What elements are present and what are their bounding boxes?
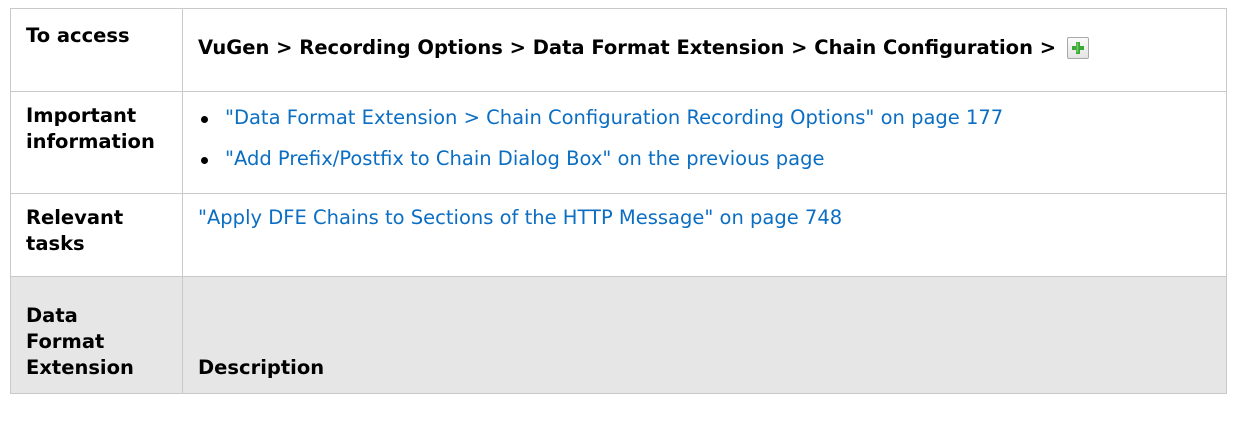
add-button[interactable] xyxy=(1066,37,1089,59)
plus-icon xyxy=(1071,42,1084,54)
tasks-label-line1: Relevant xyxy=(26,206,124,229)
list-item: "Add Prefix/Postfix to Chain Dialog Box"… xyxy=(198,146,1220,172)
header-col1-line1: Data xyxy=(26,304,78,327)
relevant-tasks-value: "Apply DFE Chains to Sections of the HTT… xyxy=(182,193,1227,277)
info-table: To access VuGen > Recording Options > Da… xyxy=(10,8,1227,394)
row-relevant-tasks: Relevant tasks "Apply DFE Chains to Sect… xyxy=(10,193,1227,277)
list-item: "Data Format Extension > Chain Configura… xyxy=(198,105,1220,131)
row-to-access: To access VuGen > Recording Options > Da… xyxy=(10,8,1227,92)
relevant-tasks-label: Relevant tasks xyxy=(10,193,183,277)
header-col1-line3: Extension xyxy=(26,356,134,379)
link-chain-configuration-options[interactable]: "Data Format Extension > Chain Configura… xyxy=(225,106,1003,129)
important-label-line2: information xyxy=(26,130,155,153)
header-col1-line2: Format xyxy=(26,330,105,353)
to-access-label: To access xyxy=(10,8,183,92)
bullet-icon xyxy=(201,116,208,123)
header-data-format-extension: Data Format Extension xyxy=(10,276,183,394)
tasks-label-line2: tasks xyxy=(26,232,85,255)
important-information-label: Important information xyxy=(10,91,183,194)
bullet-icon xyxy=(201,157,208,164)
to-access-value: VuGen > Recording Options > Data Format … xyxy=(182,8,1227,92)
link-add-prefix-postfix[interactable]: "Add Prefix/Postfix to Chain Dialog Box"… xyxy=(225,147,825,170)
access-path: VuGen > Recording Options > Data Format … xyxy=(198,36,1063,59)
important-information-value: "Data Format Extension > Chain Configura… xyxy=(182,91,1227,194)
important-label-line1: Important xyxy=(26,104,137,127)
row-important-information: Important information "Data Format Exten… xyxy=(10,91,1227,194)
header-description: Description xyxy=(182,276,1227,394)
header-row: Data Format Extension Description xyxy=(10,276,1227,394)
link-apply-dfe-chains[interactable]: "Apply DFE Chains to Sections of the HTT… xyxy=(198,206,842,229)
important-links-list: "Data Format Extension > Chain Configura… xyxy=(198,105,1220,172)
